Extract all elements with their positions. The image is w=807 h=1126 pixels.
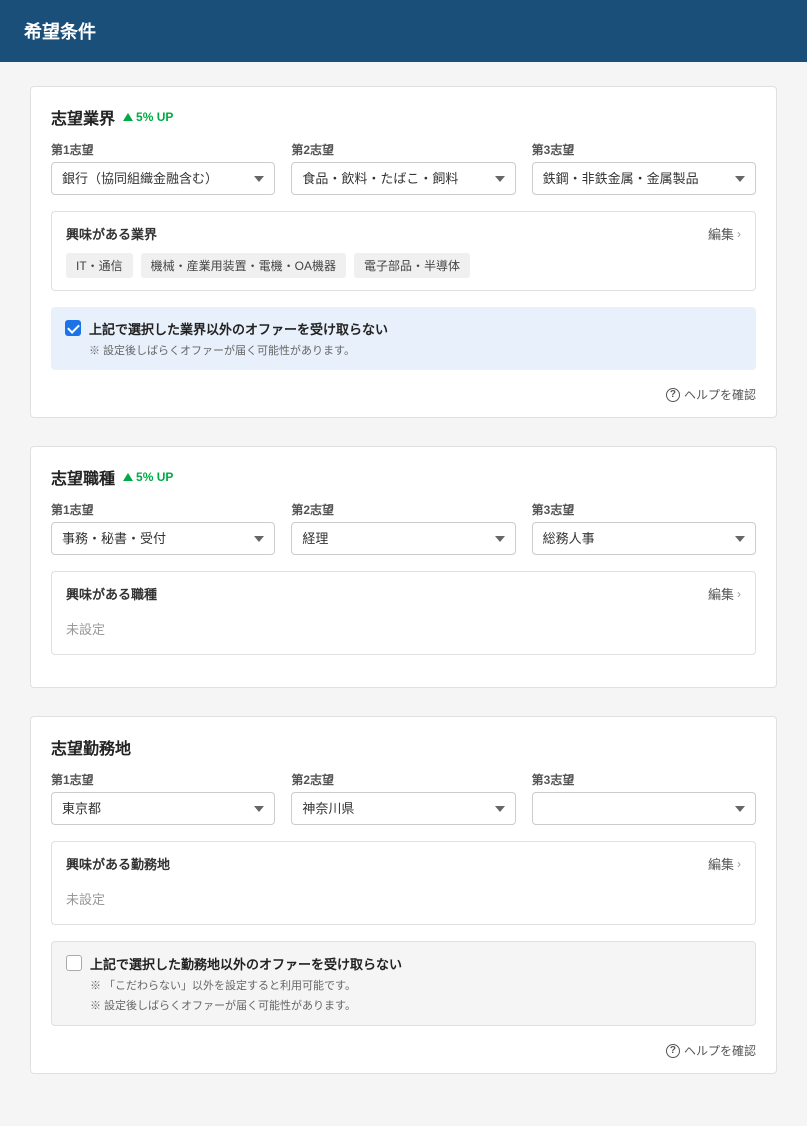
industry-checkbox[interactable] bbox=[65, 320, 81, 336]
job-badge: 5% UP bbox=[123, 470, 173, 484]
job-third-group: 第3志望 総務人事 bbox=[532, 501, 756, 555]
job-first-select[interactable]: 事務・秘書・受付 bbox=[51, 522, 275, 555]
location-checkbox[interactable] bbox=[66, 955, 82, 971]
industry-checkbox-row: 上記で選択した業界以外のオファーを受け取らない bbox=[65, 319, 742, 338]
industry-tag-1: IT・通信 bbox=[66, 253, 133, 278]
job-edit-chevron-icon: › bbox=[737, 587, 741, 601]
job-edit-link[interactable]: 編集 › bbox=[708, 584, 741, 603]
location-edit-chevron-icon: › bbox=[737, 857, 741, 871]
location-help-label[interactable]: ヘルプを確認 bbox=[684, 1042, 756, 1059]
location-title: 志望勤務地 bbox=[51, 735, 131, 759]
industry-section-header: 志望業界 5% UP bbox=[31, 87, 776, 129]
job-arrow-up-icon bbox=[123, 473, 133, 481]
location-section-header: 志望勤務地 bbox=[31, 717, 776, 759]
job-interest-title: 興味がある職種 bbox=[66, 584, 157, 603]
industry-help-label[interactable]: ヘルプを確認 bbox=[684, 386, 756, 403]
job-first-group: 第1志望 事務・秘書・受付 bbox=[51, 501, 275, 555]
industry-second-group: 第2志望 食品・飲料・たばこ・飼料 bbox=[291, 141, 515, 195]
location-help-icon: ? bbox=[666, 1044, 680, 1058]
job-second-label: 第2志望 bbox=[291, 501, 515, 518]
job-interest-box: 興味がある職種 編集 › 未設定 bbox=[51, 571, 756, 655]
location-first-group: 第1志望 東京都 bbox=[51, 771, 275, 825]
industry-third-group: 第3志望 鉄鋼・非鉄金属・金属製品 bbox=[532, 141, 756, 195]
arrow-up-icon bbox=[123, 113, 133, 121]
job-interest-header: 興味がある職種 編集 › bbox=[66, 584, 741, 603]
location-third-label: 第3志望 bbox=[532, 771, 756, 788]
location-interest-title: 興味がある勤務地 bbox=[66, 854, 170, 873]
industry-title: 志望業界 bbox=[51, 105, 115, 129]
location-section: 志望勤務地 第1志望 東京都 第2志望 神奈川県 第3志望 bbox=[30, 716, 777, 1074]
location-third-select[interactable] bbox=[532, 792, 756, 825]
industry-first-select[interactable]: 銀行（協同組織金融含む） bbox=[51, 162, 275, 195]
job-unset: 未設定 bbox=[66, 613, 741, 642]
location-unset: 未設定 bbox=[66, 883, 741, 912]
location-third-group: 第3志望 bbox=[532, 771, 756, 825]
industry-dropdowns-row: 第1志望 銀行（協同組織金融含む） 第2志望 食品・飲料・たばこ・飼料 第3志望… bbox=[31, 129, 776, 211]
industry-tag-2: 機械・産業用装置・電機・OA機器 bbox=[141, 253, 346, 278]
industry-interest-header: 興味がある業界 編集 › bbox=[66, 224, 741, 243]
industry-help-row: ? ヘルプを確認 bbox=[31, 386, 776, 417]
industry-third-select[interactable]: 鉄鋼・非鉄金属・金属製品 bbox=[532, 162, 756, 195]
job-dropdowns-row: 第1志望 事務・秘書・受付 第2志望 経理 第3志望 総務人事 bbox=[31, 489, 776, 571]
industry-third-label: 第3志望 bbox=[532, 141, 756, 158]
location-edit-link[interactable]: 編集 › bbox=[708, 854, 741, 873]
industry-interest-box: 興味がある業界 編集 › IT・通信 機械・産業用装置・電機・OA機器 電子部品… bbox=[51, 211, 756, 291]
location-dropdowns-row: 第1志望 東京都 第2志望 神奈川県 第3志望 bbox=[31, 759, 776, 841]
location-second-select[interactable]: 神奈川県 bbox=[291, 792, 515, 825]
industry-help-icon: ? bbox=[666, 388, 680, 402]
industry-tag-3: 電子部品・半導体 bbox=[354, 253, 470, 278]
location-first-select[interactable]: 東京都 bbox=[51, 792, 275, 825]
job-section: 志望職種 5% UP 第1志望 事務・秘書・受付 第2志望 経理 第3志望 bbox=[30, 446, 777, 688]
industry-checkbox-note: ※ 設定後しばらくオファーが届く可能性があります。 bbox=[89, 342, 742, 358]
industry-second-select[interactable]: 食品・飲料・たばこ・飼料 bbox=[291, 162, 515, 195]
job-title: 志望職種 bbox=[51, 465, 115, 489]
job-second-group: 第2志望 経理 bbox=[291, 501, 515, 555]
location-interest-header: 興味がある勤務地 編集 › bbox=[66, 854, 741, 873]
job-second-select[interactable]: 経理 bbox=[291, 522, 515, 555]
job-first-label: 第1志望 bbox=[51, 501, 275, 518]
location-checkbox-notice: 上記で選択した勤務地以外のオファーを受け取らない ※ 「こだわらない」以外を設定… bbox=[51, 941, 756, 1026]
page-header: 希望条件 bbox=[0, 0, 807, 62]
industry-edit-link[interactable]: 編集 › bbox=[708, 224, 741, 243]
industry-first-label: 第1志望 bbox=[51, 141, 275, 158]
industry-checkbox-label: 上記で選択した業界以外のオファーを受け取らない bbox=[89, 319, 388, 338]
location-interest-box: 興味がある勤務地 編集 › 未設定 bbox=[51, 841, 756, 925]
location-second-label: 第2志望 bbox=[291, 771, 515, 788]
industry-second-label: 第2志望 bbox=[291, 141, 515, 158]
industry-checkbox-notice: 上記で選択した業界以外のオファーを受け取らない ※ 設定後しばらくオファーが届く… bbox=[51, 307, 756, 370]
location-checkbox-note1: ※ 「こだわらない」以外を設定すると利用可能です。 bbox=[90, 977, 741, 993]
industry-section: 志望業界 5% UP 第1志望 銀行（協同組織金融含む） 第2志望 食品・飲料・… bbox=[30, 86, 777, 418]
location-checkbox-note2: ※ 設定後しばらくオファーが届く可能性があります。 bbox=[90, 997, 741, 1013]
job-third-select[interactable]: 総務人事 bbox=[532, 522, 756, 555]
job-section-header: 志望職種 5% UP bbox=[31, 447, 776, 489]
page-title: 希望条件 bbox=[24, 22, 96, 42]
job-third-label: 第3志望 bbox=[532, 501, 756, 518]
industry-tags-row: IT・通信 機械・産業用装置・電機・OA機器 電子部品・半導体 bbox=[66, 253, 741, 278]
industry-badge: 5% UP bbox=[123, 110, 173, 124]
location-checkbox-label: 上記で選択した勤務地以外のオファーを受け取らない bbox=[90, 954, 402, 973]
location-checkbox-row: 上記で選択した勤務地以外のオファーを受け取らない bbox=[66, 954, 741, 973]
industry-edit-chevron-icon: › bbox=[737, 227, 741, 241]
location-help-row: ? ヘルプを確認 bbox=[31, 1042, 776, 1073]
industry-first-group: 第1志望 銀行（協同組織金融含む） bbox=[51, 141, 275, 195]
location-first-label: 第1志望 bbox=[51, 771, 275, 788]
industry-interest-title: 興味がある業界 bbox=[66, 224, 157, 243]
location-second-group: 第2志望 神奈川県 bbox=[291, 771, 515, 825]
